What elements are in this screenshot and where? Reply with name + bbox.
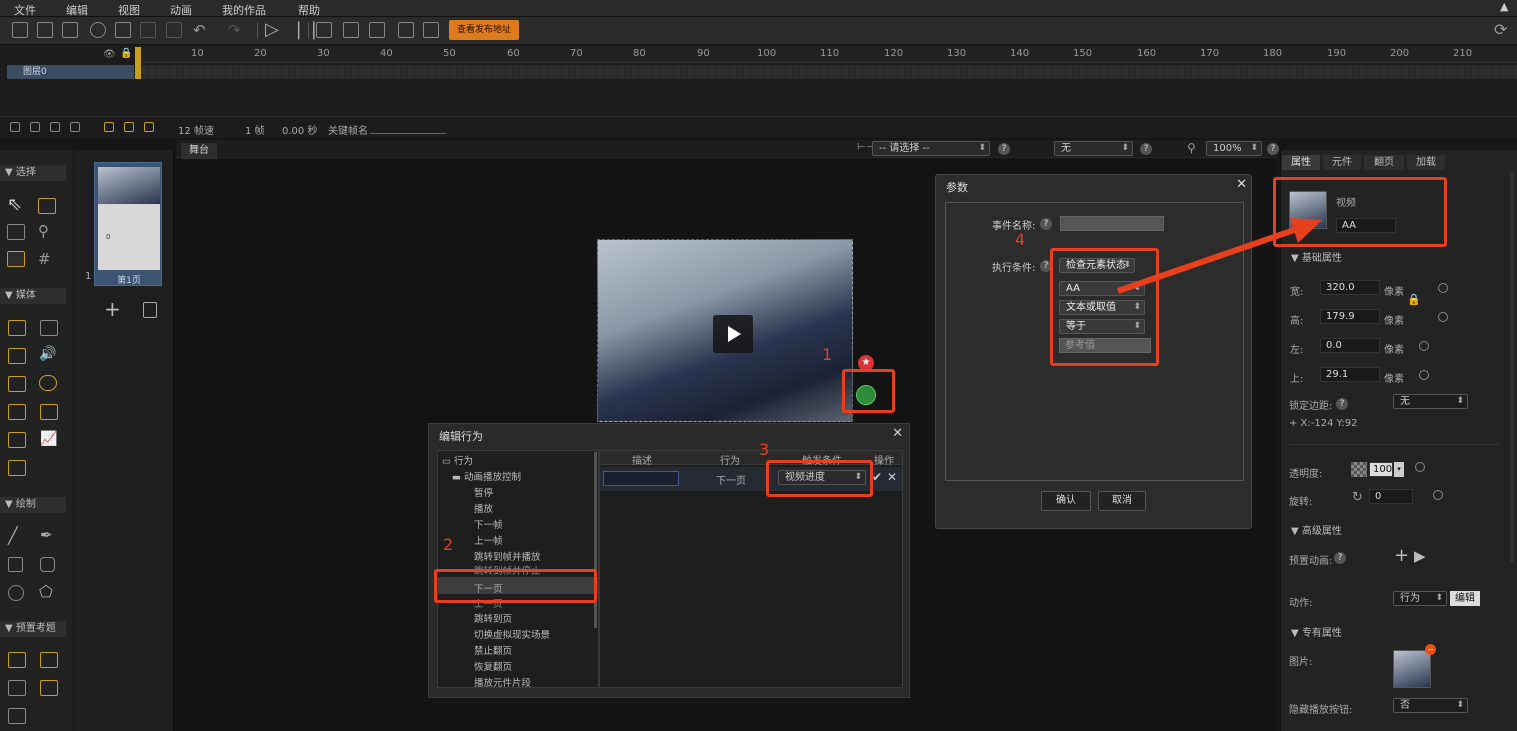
annotation-arrow <box>1117 218 1322 294</box>
arrow-shaft <box>1117 225 1301 294</box>
arrow-head <box>1290 218 1322 243</box>
